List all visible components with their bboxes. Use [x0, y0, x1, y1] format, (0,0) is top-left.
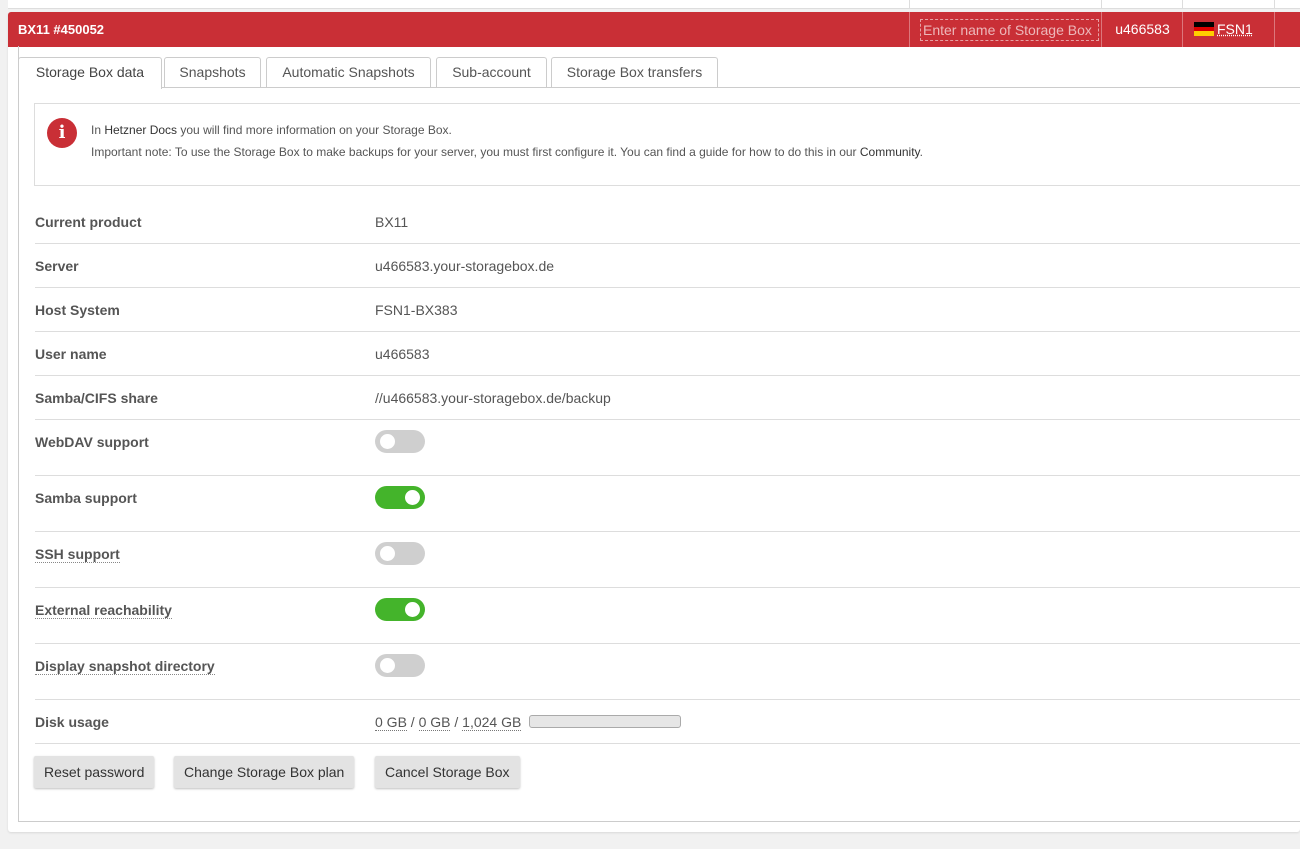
top-strip-divider	[1182, 0, 1183, 8]
samba-share-value: //u466583.your-storagebox.de/backup	[375, 390, 611, 406]
change-plan-button[interactable]: Change Storage Box plan	[174, 756, 355, 788]
row-samba: Samba support	[35, 475, 1300, 532]
row-current-product: Current product BX11	[35, 199, 1300, 244]
reset-password-button[interactable]: Reset password	[34, 756, 155, 788]
community-link[interactable]: Community	[860, 145, 920, 159]
info-line-note: Important note: To use the Storage Box t…	[91, 145, 923, 159]
ssh-label[interactable]: SSH support	[35, 546, 120, 563]
row-ssh: SSH support	[35, 531, 1300, 588]
info-text: .	[919, 145, 924, 159]
header-username: u466583	[1115, 21, 1170, 37]
top-strip-divider	[1274, 0, 1275, 8]
external-reachability-label[interactable]: External reachability	[35, 602, 172, 619]
user-name-value: u466583	[375, 346, 430, 362]
name-cell	[909, 12, 1102, 47]
webdav-toggle[interactable]	[375, 430, 425, 453]
toggle-knob	[380, 434, 395, 449]
header-end-cell	[1274, 12, 1300, 47]
current-product-label: Current product	[35, 214, 142, 230]
info-icon: i	[47, 118, 77, 148]
row-user-name: User name u466583	[35, 331, 1300, 376]
row-webdav: WebDAV support	[35, 419, 1300, 476]
samba-share-label: Samba/CIFS share	[35, 390, 158, 406]
disk-usage-bar	[529, 715, 682, 728]
cancel-storage-box-button[interactable]: Cancel Storage Box	[375, 756, 520, 788]
tab-storage-box-transfers[interactable]: Storage Box transfers	[551, 57, 718, 87]
disk-usage-value: 0 GB / 0 GB / 1,024 GB	[375, 714, 682, 731]
tab-storage-box-data[interactable]: Storage Box data	[18, 57, 162, 89]
location-label: FSN1	[1217, 21, 1253, 37]
row-host-system: Host System FSN1-BX383	[35, 287, 1300, 332]
row-external-reachability: External reachability	[35, 587, 1300, 644]
disk-total: 1,024 GB	[462, 714, 522, 731]
server-label: Server	[35, 258, 79, 274]
info-text: In	[91, 123, 105, 137]
storage-box-panel: BX11 #450052 u466583 FSN1 Storage Box da…	[8, 12, 1300, 832]
toggle-knob	[405, 490, 420, 505]
row-server: Server u466583.your-storagebox.de	[35, 243, 1300, 288]
host-system-value: FSN1-BX383	[375, 302, 458, 318]
tab-sub-account[interactable]: Sub-account	[436, 57, 547, 87]
hetzner-docs-link[interactable]: Hetzner Docs	[104, 123, 177, 137]
tab-automatic-snapshots[interactable]: Automatic Snapshots	[266, 57, 431, 87]
info-text: you will find more information on your S…	[177, 123, 452, 137]
germany-flag-icon	[1194, 22, 1214, 36]
row-disk-usage: Disk usage 0 GB / 0 GB / 1,024 GB	[35, 699, 1300, 744]
snapshot-directory-toggle[interactable]	[375, 654, 425, 677]
info-line-docs: In Hetzner Docs you will find more infor…	[91, 123, 452, 137]
server-value: u466583.your-storagebox.de	[375, 258, 555, 274]
toggle-knob	[380, 546, 395, 561]
row-snapshot-directory: Display snapshot directory	[35, 643, 1300, 700]
storage-box-title: BX11 #450052	[18, 22, 105, 37]
top-strip-divider	[909, 0, 910, 8]
disk-separator: /	[410, 714, 415, 730]
snapshot-directory-label[interactable]: Display snapshot directory	[35, 658, 215, 675]
webdav-label: WebDAV support	[35, 434, 149, 450]
disk-used: 0 GB	[375, 714, 407, 731]
user-name-label: User name	[35, 346, 107, 362]
storage-box-header[interactable]: BX11 #450052 u466583 FSN1	[8, 12, 1300, 47]
top-strip	[8, 0, 1300, 9]
info-text: Important note: To use the Storage Box t…	[91, 145, 860, 159]
samba-toggle[interactable]	[375, 486, 425, 509]
samba-label: Samba support	[35, 490, 137, 506]
host-system-label: Host System	[35, 302, 120, 318]
ssh-toggle[interactable]	[375, 542, 425, 565]
toggle-knob	[405, 602, 420, 617]
row-samba-share: Samba/CIFS share //u466583.your-storageb…	[35, 375, 1300, 420]
info-box: i In Hetzner Docs you will find more inf…	[34, 103, 1300, 186]
top-strip-divider	[1101, 0, 1102, 8]
toggle-knob	[380, 658, 395, 673]
disk-usage-label: Disk usage	[35, 714, 109, 730]
location-cell: FSN1	[1182, 12, 1274, 47]
disk-separator: /	[454, 714, 459, 730]
current-product-value: BX11	[375, 214, 409, 230]
username-cell: u466583	[1101, 12, 1183, 47]
external-reachability-toggle[interactable]	[375, 598, 425, 621]
tab-underline	[18, 87, 1300, 88]
tab-snapshots[interactable]: Snapshots	[164, 57, 261, 87]
storage-box-name-input[interactable]	[920, 19, 1099, 41]
disk-snapshots: 0 GB	[418, 714, 451, 731]
